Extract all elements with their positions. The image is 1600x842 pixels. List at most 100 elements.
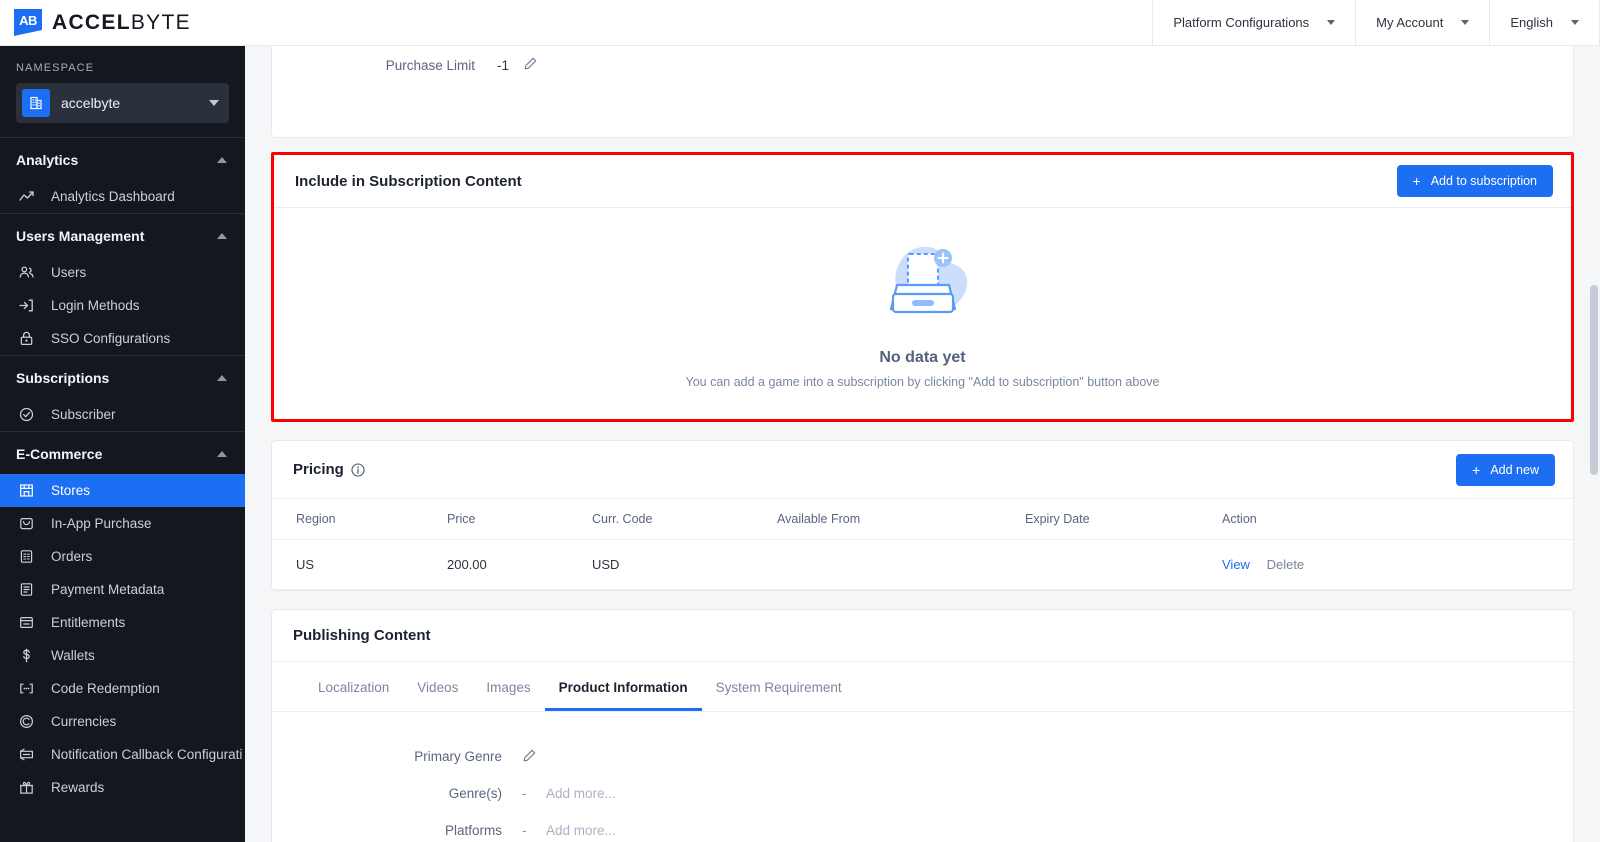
nav-group-header-ecommerce[interactable]: E-Commerce xyxy=(0,432,245,474)
chevron-up-icon xyxy=(217,375,227,381)
add-new-pricing-button[interactable]: + Add new xyxy=(1456,453,1555,486)
sidebar-item-entitlements[interactable]: Entitlements xyxy=(0,606,245,639)
chevron-down-icon xyxy=(1327,20,1336,25)
brand-logo[interactable]: AB ACCELBYTE xyxy=(0,0,191,45)
topnav-language[interactable]: English xyxy=(1489,0,1600,45)
sidebar-item-stores[interactable]: Stores xyxy=(0,474,245,507)
column-header-available-from: Available From xyxy=(777,499,1025,540)
column-header-action: Action xyxy=(1222,499,1573,540)
sidebar-item-orders[interactable]: Orders xyxy=(0,540,245,573)
chevron-down-icon xyxy=(1461,20,1470,25)
nav-group-title: Analytics xyxy=(16,152,79,168)
sidebar-item-sso-configurations[interactable]: SSO Configurations xyxy=(0,322,245,355)
namespace-value: accelbyte xyxy=(61,95,121,111)
topnav-label: Platform Configurations xyxy=(1173,15,1310,30)
accelbyte-logo-icon: AB xyxy=(14,9,42,36)
empty-state-subtitle: You can add a game into a subscription b… xyxy=(685,375,1160,389)
topnav-my-account[interactable]: My Account xyxy=(1355,0,1489,45)
gift-icon xyxy=(17,779,35,797)
genres-add-more-input[interactable]: Add more... xyxy=(546,786,616,801)
publishing-content-card: Publishing Content Localization Videos I… xyxy=(271,609,1574,842)
sidebar-item-label: Payment Metadata xyxy=(51,582,165,597)
notification-icon xyxy=(17,746,35,764)
sidebar-item-payment-metadata[interactable]: Payment Metadata xyxy=(0,573,245,606)
sidebar-item-analytics-dashboard[interactable]: Analytics Dashboard xyxy=(0,180,245,213)
publishing-section-title: Publishing Content xyxy=(293,627,431,644)
chevron-up-icon xyxy=(217,157,227,163)
tab-product-information[interactable]: Product Information xyxy=(544,680,702,711)
publishing-card-header: Publishing Content xyxy=(272,610,1573,662)
sidebar-item-label: Login Methods xyxy=(51,298,140,313)
check-badge-icon xyxy=(17,406,35,424)
dollar-icon xyxy=(17,647,35,665)
tab-videos[interactable]: Videos xyxy=(403,680,472,711)
sidebar-item-subscriber[interactable]: Subscriber xyxy=(0,398,245,431)
product-information-form: Primary Genre Genre(s) - Add more... Pla… xyxy=(272,712,1573,842)
sidebar-item-label: Rewards xyxy=(51,780,105,795)
purchase-limit-row: Purchase Limit -1 xyxy=(272,56,1573,74)
topnav-label: English xyxy=(1510,15,1553,30)
pencil-icon[interactable] xyxy=(522,748,537,766)
pencil-icon[interactable] xyxy=(523,56,538,74)
lock-icon xyxy=(17,330,35,348)
field-primary-genre: Primary Genre xyxy=(272,738,1573,775)
delete-pricing-link[interactable]: Delete xyxy=(1267,557,1305,572)
sidebar-item-currencies[interactable]: Currencies xyxy=(0,705,245,738)
platforms-add-more-input[interactable]: Add more... xyxy=(546,823,616,838)
view-pricing-link[interactable]: View xyxy=(1222,557,1250,572)
main-scrollbar-thumb[interactable] xyxy=(1590,284,1598,475)
sidebar-item-rewards[interactable]: Rewards xyxy=(0,771,245,804)
add-to-subscription-label: Add to subscription xyxy=(1430,174,1537,188)
sidebar-item-label: Notification Callback Configurati xyxy=(51,747,243,762)
sidebar-item-code-redemption[interactable]: Code Redemption xyxy=(0,672,245,705)
sidebar-item-label: Code Redemption xyxy=(51,681,160,696)
subscription-card-header: Include in Subscription Content + Add to… xyxy=(274,155,1571,208)
namespace-block: NAMESPACE accelbyte xyxy=(0,46,245,137)
nav-group-header-analytics[interactable]: Analytics xyxy=(0,138,245,180)
sidebar-item-users[interactable]: Users xyxy=(0,256,245,289)
sidebar-item-notification-callback-configuration[interactable]: Notification Callback Configurati xyxy=(0,738,245,771)
column-header-curr-code: Curr. Code xyxy=(592,499,777,540)
add-to-subscription-button[interactable]: + Add to subscription xyxy=(1396,165,1553,197)
sidebar-item-label: Currencies xyxy=(51,714,117,729)
topnav-platform-configurations[interactable]: Platform Configurations xyxy=(1152,0,1355,45)
sidebar: NAMESPACE accelbyte Analytics Analytics … xyxy=(0,46,245,842)
main-content: Entitlement Type DURABLE Purchase Limit … xyxy=(245,46,1600,842)
tab-images[interactable]: Images xyxy=(472,680,544,711)
window-icon xyxy=(17,614,35,632)
include-in-subscription-content-card: Include in Subscription Content + Add to… xyxy=(271,152,1574,422)
sidebar-item-label: In-App Purchase xyxy=(51,516,152,531)
sidebar-item-wallets[interactable]: Wallets xyxy=(0,639,245,672)
body-row: NAMESPACE accelbyte Analytics Analytics … xyxy=(0,46,1600,842)
table-row: US 200.00 USD View Delete xyxy=(272,539,1573,590)
plus-icon: + xyxy=(1472,461,1481,478)
pricing-section-title: Pricing xyxy=(293,461,365,478)
nav-group-title: Users Management xyxy=(16,228,145,244)
chevron-up-icon xyxy=(217,233,227,239)
cell-action: View Delete xyxy=(1222,539,1573,590)
chevron-down-icon xyxy=(209,100,219,106)
pricing-header-row: Region Price Curr. Code Available From E… xyxy=(272,499,1573,540)
field-dash: - xyxy=(522,823,527,838)
sidebar-item-in-app-purchase[interactable]: In-App Purchase xyxy=(0,507,245,540)
empty-state-title: No data yet xyxy=(879,349,966,366)
cell-price: 200.00 xyxy=(447,539,592,590)
field-label: Platforms xyxy=(444,823,502,838)
column-header-price: Price xyxy=(447,499,592,540)
nav-group-header-subscriptions[interactable]: Subscriptions xyxy=(0,356,245,398)
sidebar-item-login-methods[interactable]: Login Methods xyxy=(0,289,245,322)
pricing-table-body: US 200.00 USD View Delete xyxy=(272,539,1573,590)
tab-localization[interactable]: Localization xyxy=(304,680,403,711)
app-root: AB ACCELBYTE Platform Configurations My … xyxy=(0,0,1600,842)
nav-group-header-users-management[interactable]: Users Management xyxy=(0,214,245,256)
cell-available-from xyxy=(777,539,1025,590)
nav-group-title: E-Commerce xyxy=(16,446,103,462)
info-icon[interactable] xyxy=(351,462,365,477)
tab-system-requirement[interactable]: System Requirement xyxy=(702,680,856,711)
namespace-selector[interactable]: accelbyte xyxy=(16,83,229,123)
top-bar: AB ACCELBYTE Platform Configurations My … xyxy=(0,0,1600,46)
main-scrollbar[interactable] xyxy=(1590,46,1598,842)
sidebar-item-label: Analytics Dashboard xyxy=(51,189,175,204)
coin-icon xyxy=(17,713,35,731)
field-platforms: Platforms - Add more... xyxy=(272,812,1573,842)
